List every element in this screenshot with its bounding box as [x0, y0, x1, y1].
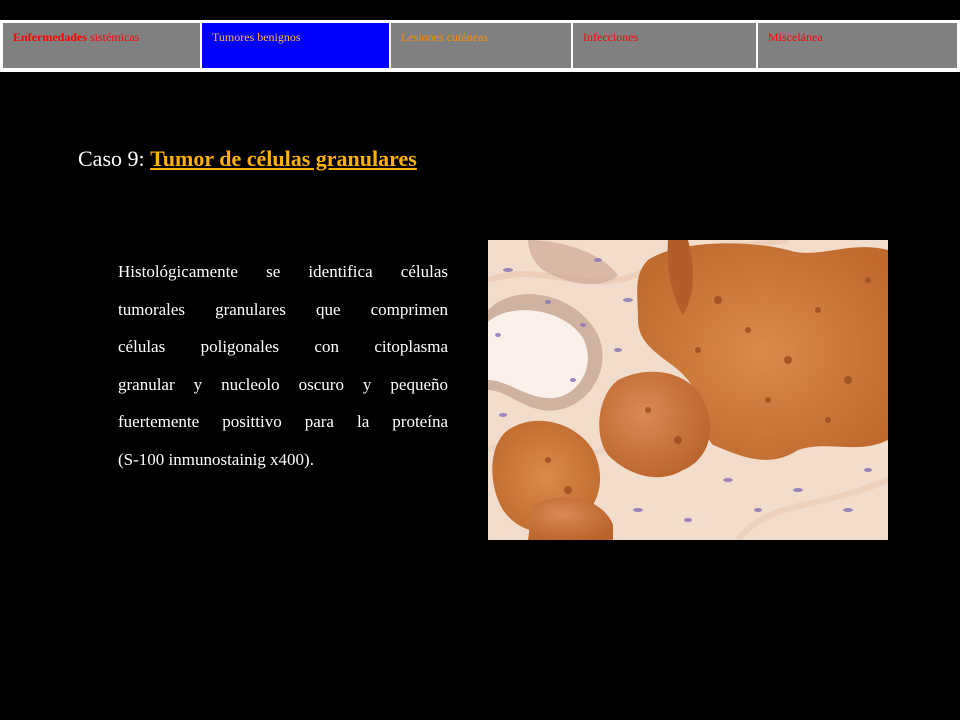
description-line: Histológicamente se identifica células — [118, 262, 448, 281]
top-navigation-bar: Enfermedades sistémicas Tumores benignos… — [0, 20, 960, 72]
nav-item-label: Miscelánea — [768, 30, 823, 44]
nav-item-label: Lesiones cutáneas — [401, 30, 488, 44]
nav-item-enfermedades-sistemicas[interactable]: Enfermedades sistémicas — [3, 23, 200, 68]
description-line: células poligonales con citoplasma — [118, 337, 448, 356]
description-line: tumorales granulares que comprimen — [118, 299, 448, 319]
histology-image — [488, 240, 888, 540]
nav-item-lesiones-cutaneas[interactable]: Lesiones cutáneas — [391, 23, 571, 68]
nav-item-infecciones[interactable]: Infecciones — [573, 23, 756, 68]
micrograph-drawing — [488, 240, 888, 540]
nav-item-label-bold: Enfermedades — [13, 30, 87, 44]
nav-item-label: Infecciones — [583, 30, 639, 44]
case-number: Caso 9: — [78, 146, 151, 171]
nav-item-miscelanea[interactable]: Miscelánea — [758, 23, 957, 68]
nav-item-label: sistémicas — [87, 30, 140, 44]
description-line: fuertemente posittivo para la proteína — [118, 412, 448, 431]
page-title: Caso 9: Tumor de células granulares — [78, 144, 417, 174]
case-description: Histológicamente se identifica células t… — [118, 253, 448, 478]
case-title-link[interactable]: Tumor de células granulares — [150, 146, 417, 171]
description-line: granular y nucleolo oscuro y pequeño — [118, 374, 448, 394]
nav-item-label: Tumores benignos — [212, 30, 301, 44]
description-line: (S-100 inmunostainig x400). — [118, 449, 314, 469]
nav-item-tumores-benignos[interactable]: Tumores benignos — [202, 23, 389, 68]
